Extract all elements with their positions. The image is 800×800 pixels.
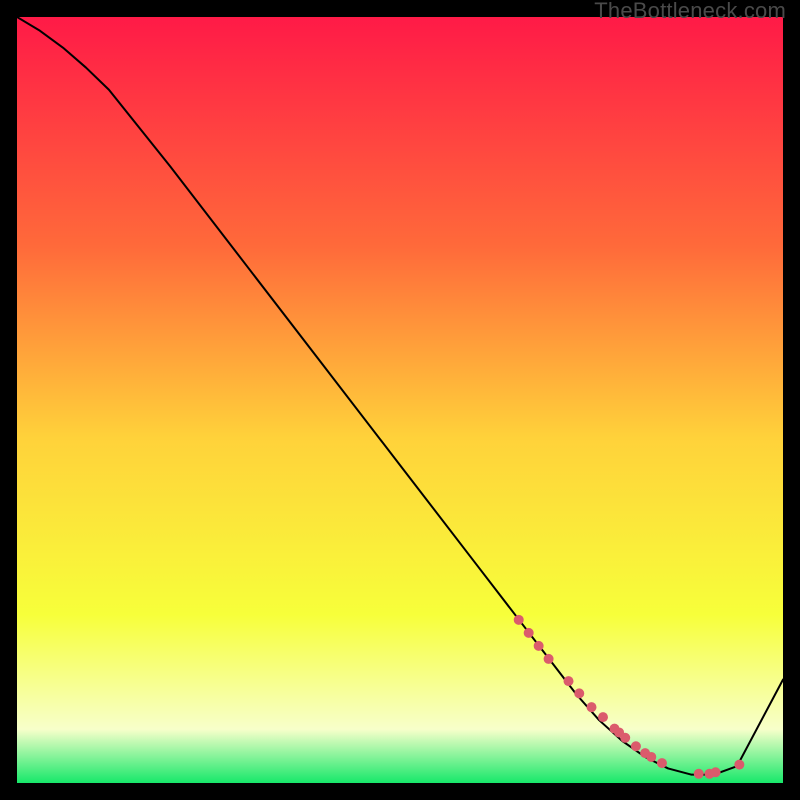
data-point xyxy=(544,654,554,664)
gradient-background xyxy=(17,17,783,783)
data-point xyxy=(631,741,641,751)
watermark-text: TheBottleneck.com xyxy=(594,0,786,22)
data-point xyxy=(514,615,524,625)
data-point xyxy=(711,767,721,777)
data-point xyxy=(574,688,584,698)
plot-svg xyxy=(17,17,783,783)
data-point xyxy=(646,752,656,762)
data-point xyxy=(524,628,534,638)
data-point xyxy=(564,676,574,686)
data-point xyxy=(657,758,667,768)
plot-area xyxy=(17,17,783,783)
data-point xyxy=(734,760,744,770)
chart-stage: TheBottleneck.com xyxy=(0,0,800,800)
data-point xyxy=(598,712,608,722)
data-point xyxy=(587,702,597,712)
data-point xyxy=(694,769,704,779)
data-point xyxy=(534,641,544,651)
data-point xyxy=(620,733,630,743)
